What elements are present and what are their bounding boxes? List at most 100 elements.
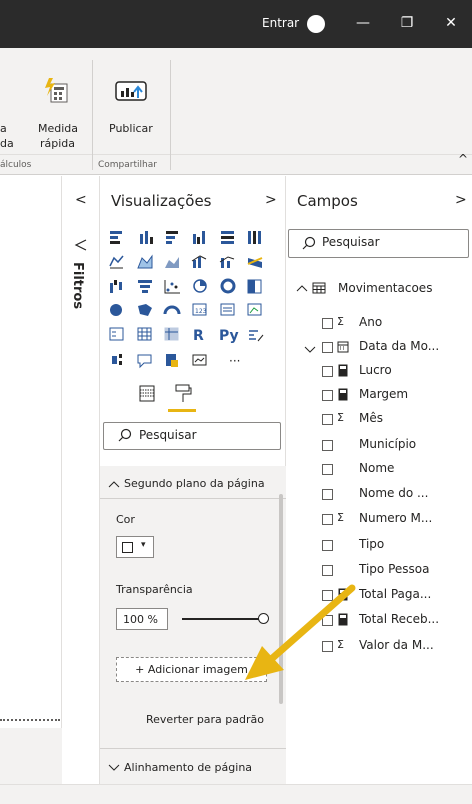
field-item[interactable]: Nome do ...	[359, 486, 428, 500]
fields-expand-button[interactable]: >	[455, 192, 467, 208]
chevron-up-icon[interactable]	[296, 284, 308, 294]
chevron-down-icon: ▾	[141, 540, 146, 550]
chevron-down-icon[interactable]	[108, 762, 120, 772]
field-item[interactable]: Ano	[359, 315, 382, 329]
filters-collapse-button[interactable]: <	[75, 192, 87, 208]
calendar-icon	[337, 341, 349, 353]
python-visual-icon[interactable]: Py	[219, 328, 239, 344]
qna-icon	[137, 354, 152, 369]
ribbon-cut-label-1: a	[0, 122, 7, 135]
table-icon	[312, 282, 326, 294]
field-item[interactable]: Lucro	[359, 363, 392, 377]
visualizations-expand-button[interactable]: >	[265, 192, 277, 208]
funnel-icon	[74, 239, 87, 251]
ribbon-collapse-icon[interactable]: ^	[458, 152, 468, 166]
publish-button[interactable]: Publicar	[109, 122, 153, 135]
clustered-column-chart-icon	[193, 231, 205, 244]
field-item[interactable]: Margem	[359, 387, 408, 401]
visualizations-search-placeholder: Pesquisar	[139, 428, 197, 442]
fields-well-icon[interactable]	[139, 385, 155, 402]
matrix-icon	[164, 327, 179, 341]
decomposition-tree-icon	[112, 354, 122, 365]
field-checkbox[interactable]	[322, 414, 333, 425]
fields-title: Campos	[297, 192, 358, 210]
field-checkbox[interactable]	[322, 565, 333, 576]
field-item[interactable]: Nome	[359, 461, 394, 475]
ribbon-group-calculations: álculos	[0, 160, 32, 170]
field-checkbox[interactable]	[322, 390, 333, 401]
field-item[interactable]: Total Receb...	[359, 612, 439, 626]
paginated-report-icon	[192, 354, 207, 366]
table-movimentacoes[interactable]: Movimentacoes	[338, 281, 432, 295]
chevron-up-icon[interactable]	[108, 480, 120, 490]
field-item[interactable]: Numero M...	[359, 511, 432, 525]
chevron-down-icon[interactable]	[304, 344, 316, 354]
field-checkbox[interactable]	[322, 440, 333, 451]
line-clustered-column-icon	[191, 255, 207, 268]
format-tab-underline	[168, 409, 196, 412]
clustered-bar-chart-icon	[166, 231, 178, 244]
ribbon-divider	[0, 154, 472, 155]
section-page-background[interactable]: Segundo plano da página	[124, 477, 265, 490]
field-item[interactable]: Mês	[359, 411, 383, 425]
revert-default-button[interactable]: Reverter para padrão	[146, 713, 264, 726]
search-icon	[118, 428, 132, 442]
ribbon-group-share: Compartilhar	[98, 160, 157, 170]
quick-measure-label-2[interactable]: rápida	[40, 137, 75, 150]
field-item[interactable]: Município	[359, 437, 416, 451]
smart-narrative-icon	[166, 354, 178, 367]
section-page-alignment[interactable]: Alinhamento de página	[124, 761, 252, 774]
sigma-icon: Σ	[337, 511, 344, 524]
stacked-area-chart-icon	[165, 257, 179, 268]
transparency-input[interactable]: 100 %	[116, 608, 168, 630]
format-paint-roller-icon[interactable]	[174, 384, 192, 404]
annotation-arrow	[245, 584, 356, 680]
field-item[interactable]: Tipo Pessoa	[359, 562, 429, 576]
field-checkbox[interactable]	[322, 342, 333, 353]
filled-map-icon	[138, 304, 152, 316]
field-item[interactable]: Data da Mo...	[359, 339, 439, 353]
table-icon	[137, 327, 152, 341]
svg-text:123: 123	[195, 308, 207, 315]
restore-button[interactable]: ❐	[392, 10, 422, 36]
area-chart-icon	[137, 254, 153, 269]
visualizations-title: Visualizações	[111, 192, 212, 210]
close-button[interactable]: ✕	[436, 10, 466, 36]
field-checkbox[interactable]	[322, 318, 333, 329]
field-item[interactable]: Total Paga...	[359, 587, 431, 601]
color-picker[interactable]: ▾	[116, 536, 154, 558]
report-canvas[interactable]	[0, 176, 62, 728]
donut-chart-icon	[220, 278, 236, 294]
avatar[interactable]	[307, 15, 325, 33]
quick-measure-label-1[interactable]: Medida	[38, 122, 78, 135]
minimize-button[interactable]: —	[348, 10, 378, 36]
measure-calculator-icon	[338, 388, 348, 401]
search-icon	[302, 236, 316, 250]
ribbon-separator	[170, 60, 171, 170]
field-checkbox[interactable]	[322, 464, 333, 475]
ribbon-cut-label-2: da	[0, 137, 14, 150]
more-visuals-icon[interactable]: ···	[229, 354, 240, 368]
multi-row-card-icon	[220, 303, 235, 316]
page-border-dotted	[0, 719, 60, 721]
100-bar-chart-icon	[221, 231, 234, 244]
color-swatch	[122, 542, 133, 553]
transparency-label: Transparência	[116, 583, 193, 596]
visual-gallery-row6[interactable]	[108, 352, 248, 372]
line-chart-icon	[109, 255, 124, 269]
key-influencers-icon[interactable]	[248, 329, 264, 343]
r-script-visual-icon[interactable]: R	[193, 328, 204, 344]
measure-calculator-icon	[338, 364, 348, 377]
kpi-icon	[247, 303, 262, 316]
scatter-chart-icon	[164, 280, 180, 294]
sign-in-link[interactable]: Entrar	[262, 16, 299, 30]
field-item[interactable]: Tipo	[359, 537, 384, 551]
field-checkbox[interactable]	[322, 366, 333, 377]
treemap-icon	[247, 279, 262, 294]
field-checkbox[interactable]	[322, 540, 333, 551]
filters-label[interactable]: Filtros	[70, 262, 85, 309]
field-item[interactable]: Valor da M...	[359, 638, 434, 652]
field-checkbox[interactable]	[322, 489, 333, 500]
publish-icon[interactable]	[114, 80, 150, 106]
field-checkbox[interactable]	[322, 514, 333, 525]
